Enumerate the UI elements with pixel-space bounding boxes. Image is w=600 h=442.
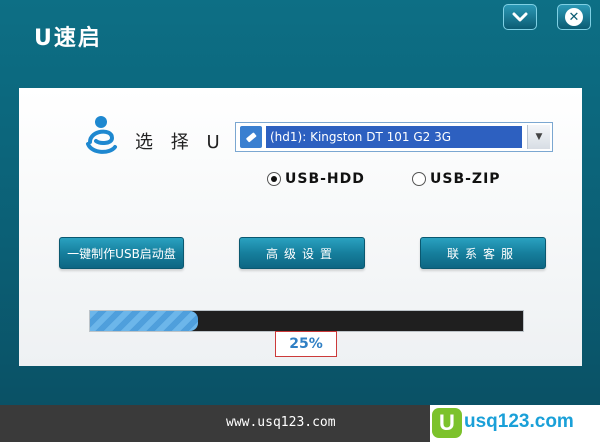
- make-boot-disk-button[interactable]: 一键制作USB启动盘: [59, 237, 184, 269]
- progress-percent: 25%: [275, 331, 337, 357]
- brand-logo: U usq123.com: [430, 405, 600, 442]
- footer-bar: www.usq123.com U usq123.com: [0, 405, 600, 442]
- minimize-button[interactable]: [503, 4, 537, 30]
- radio-checked-icon: [267, 172, 281, 186]
- radio-unchecked-icon: [412, 172, 426, 186]
- usb-drive-icon: [240, 126, 262, 148]
- chevron-down-icon: [512, 7, 528, 28]
- progress-fill: [90, 311, 199, 331]
- progress-bar: [89, 310, 524, 332]
- radio-usb-zip[interactable]: USB-ZIP: [412, 171, 501, 187]
- radio-usb-zip-label: USB-ZIP: [430, 171, 501, 187]
- advanced-settings-button[interactable]: 高级设置: [239, 237, 365, 269]
- contact-support-button[interactable]: 联系客服: [420, 237, 546, 269]
- title-bar: U速启 ✕: [0, 0, 600, 88]
- app-title: U速启: [34, 26, 102, 51]
- close-icon: ✕: [565, 8, 583, 26]
- usb-drive-value: (hd1): Kingston DT 101 G2 3G: [266, 126, 522, 148]
- radio-usb-hdd[interactable]: USB-HDD: [267, 171, 365, 187]
- brand-u-icon: U: [432, 408, 462, 438]
- usb-drive-select[interactable]: (hd1): Kingston DT 101 G2 3G ▼: [235, 122, 553, 152]
- brand-text: usq123.com: [464, 411, 574, 432]
- main-panel: 选 择 U 盘 (hd1): Kingston DT 101 G2 3G ▼ U…: [19, 88, 582, 366]
- footer-url: www.usq123.com: [226, 415, 336, 430]
- close-button[interactable]: ✕: [557, 4, 591, 30]
- chevron-down-icon[interactable]: ▼: [527, 125, 550, 149]
- app-logo-icon: [84, 114, 118, 156]
- radio-usb-hdd-label: USB-HDD: [285, 171, 365, 187]
